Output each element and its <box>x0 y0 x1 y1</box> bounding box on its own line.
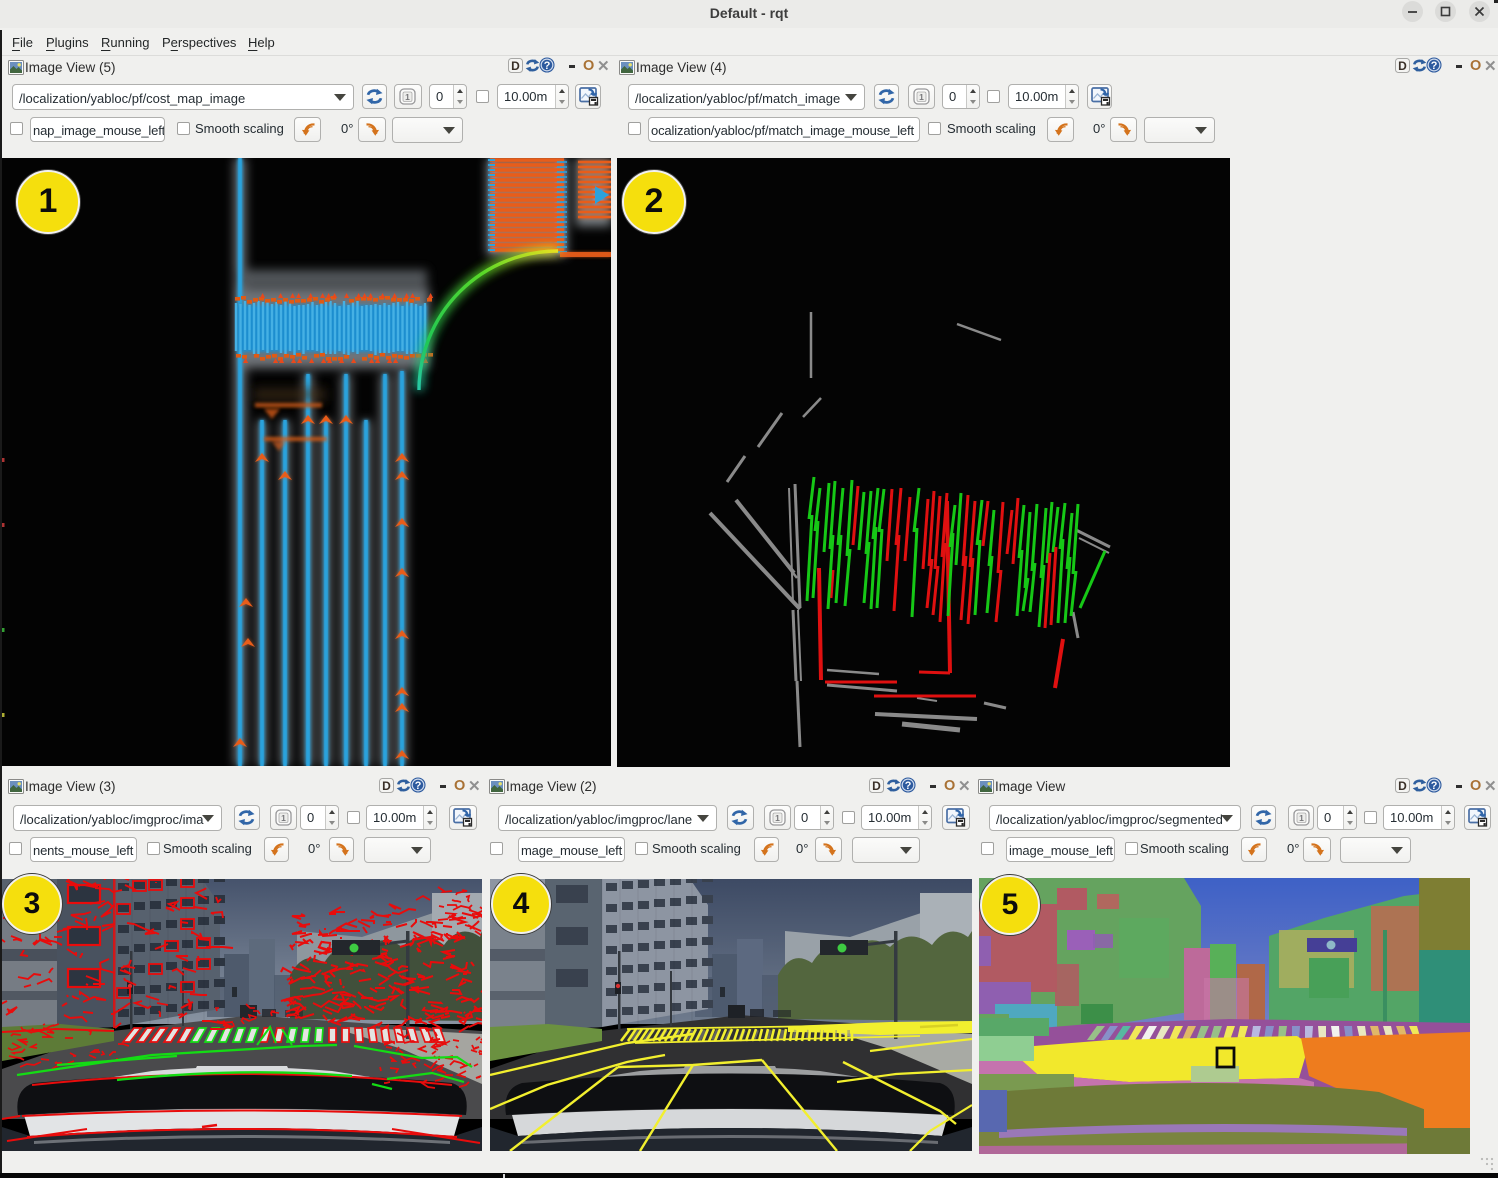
svg-text:D: D <box>872 779 881 793</box>
svg-text:?: ? <box>905 780 912 792</box>
svg-text:1: 1 <box>281 813 286 823</box>
svg-text:D: D <box>1398 59 1407 73</box>
svg-text:1: 1 <box>405 92 410 102</box>
svg-text:1: 1 <box>775 813 780 823</box>
svg-text:1: 1 <box>919 92 924 102</box>
svg-text:D: D <box>382 779 391 793</box>
svg-text:D: D <box>511 59 520 73</box>
svg-text:D: D <box>1398 779 1407 793</box>
svg-text:?: ? <box>544 60 551 72</box>
svg-text:?: ? <box>1431 60 1438 72</box>
svg-text:?: ? <box>1431 780 1438 792</box>
svg-text:1: 1 <box>1299 813 1304 823</box>
svg-text:?: ? <box>415 780 422 792</box>
